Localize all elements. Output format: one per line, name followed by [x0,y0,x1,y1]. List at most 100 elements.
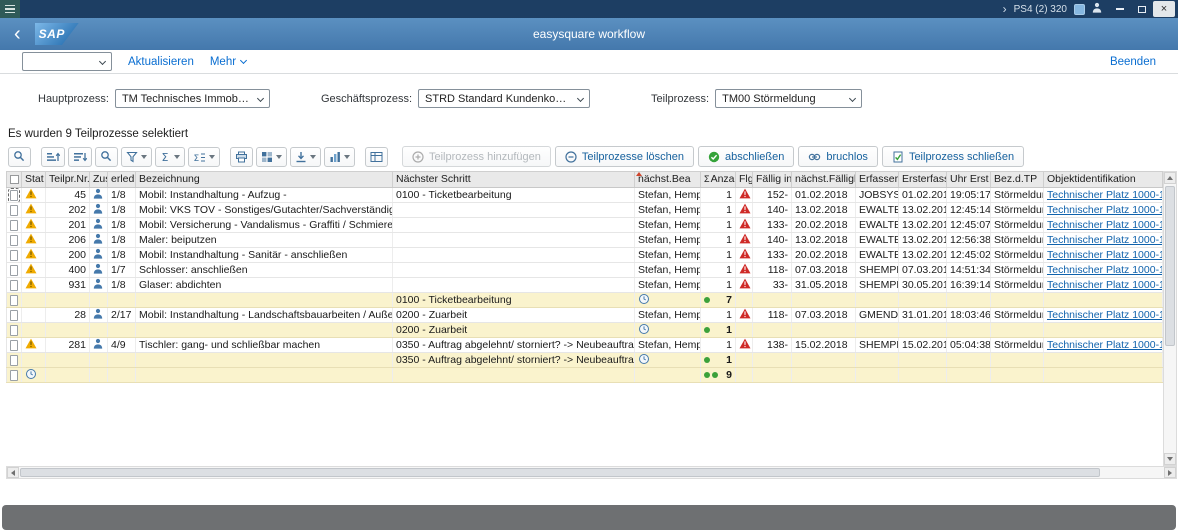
row-checkbox[interactable] [10,220,18,231]
layout-settings-button[interactable] [365,147,388,167]
scroll-up-button[interactable] [1164,172,1176,184]
table-row[interactable]: 0200 - Zuarbeit1 [6,323,1163,338]
column-header-beztp[interactable]: Bez.d.TP [991,172,1044,187]
row-checkbox[interactable] [10,280,18,291]
details-button[interactable] [8,147,31,167]
table-row[interactable]: 4001/7Schlosser: anschließenStefan, Hemp… [6,263,1163,278]
horizontal-scrollbar[interactable] [6,466,1177,479]
refresh-link[interactable]: Aktualisieren [128,56,194,68]
select-all-header[interactable] [6,172,22,187]
horizontal-scroll-thumb[interactable] [20,468,1100,477]
table-row[interactable]: 2061/8Maler: beiputzenStefan, Hempel1140… [6,233,1163,248]
column-header-erledigt[interactable]: erledigt [108,172,136,187]
geschaeftsprozess-combo[interactable]: STRD Standard Kundenkontakt [418,89,590,108]
object-link[interactable]: Technischer Platz 1000-10001 [1047,204,1163,216]
object-link[interactable]: Technischer Platz 1000-10034 [1047,189,1163,201]
column-header-bea[interactable]: nächst.Bea [635,172,701,187]
find-button[interactable] [95,147,118,167]
column-header-faelligkeit[interactable]: nächst.Fälligk. [792,172,856,187]
scroll-left-button[interactable] [7,467,19,478]
table-row[interactable]: 0350 - Auftrag abgelehnt/ storniert? -> … [6,353,1163,368]
row-checkbox[interactable] [10,325,18,336]
table-row[interactable]: 282/17Mobil: Instandhaltung - Landschaft… [6,308,1163,323]
sort-descending-button[interactable] [68,147,92,167]
column-header-nr[interactable]: Teilpr.Nr. [46,172,90,187]
column-header-stat[interactable]: Stat [22,172,46,187]
teilprozess-hinzufuegen-button[interactable]: Teilprozess hinzufügen [402,146,551,167]
quick-select-combo[interactable] [22,52,112,71]
column-header-ersterfassung[interactable]: Ersterfassung [899,172,947,187]
chevron-right-icon[interactable]: › [1003,3,1007,15]
column-header-erfasser[interactable]: Erfasser [856,172,899,187]
more-menu[interactable]: Mehr [210,56,246,68]
filter-button[interactable] [121,147,152,167]
column-header-bezeichnung[interactable]: Bezeichnung [136,172,393,187]
end-link[interactable]: Beenden [1110,56,1156,68]
column-header-faellig[interactable]: Fällig in [753,172,792,187]
table-row[interactable]: 2011/8Mobil: Versicherung - Vandalismus … [6,218,1163,233]
clock-icon [25,368,37,382]
row-checkbox[interactable] [10,340,18,351]
column-header-flg[interactable]: Flg [736,172,753,187]
vertical-scroll-thumb[interactable] [1165,186,1175,346]
column-header-uhr[interactable]: Uhr Erst [947,172,991,187]
back-button[interactable]: ‹ [14,24,21,44]
subtotals-button[interactable]: Σ [188,147,220,167]
row-checkbox[interactable] [10,235,18,246]
object-link[interactable]: Technischer Platz 1000-10001 [1047,309,1163,321]
row-checkbox[interactable] [10,295,18,306]
row-checkbox[interactable] [10,205,18,216]
sum-button[interactable]: Σ [155,147,185,167]
row-checkbox[interactable] [10,250,18,261]
user-icon[interactable] [1092,0,1102,18]
column-header-zust[interactable]: Zust. [90,172,108,187]
table-row[interactable]: 2021/8Mobil: VKS TOV - Sonstiges/Gutacht… [6,203,1163,218]
chevron-down-icon [99,58,106,65]
row-checkbox[interactable] [10,190,18,201]
object-link[interactable]: Technischer Platz 1000-10003 [1047,339,1163,351]
table-row[interactable]: 0100 - Ticketbearbeitung7 [6,293,1163,308]
object-link[interactable]: Technischer Platz 1000-10024 [1047,219,1163,231]
gui-app-icon[interactable] [1074,4,1085,15]
button-label: Teilprozess hinzufügen [429,151,541,163]
teilprozesse-loeschen-button[interactable]: Teilprozesse löschen [555,146,694,167]
row-checkbox[interactable] [10,370,18,381]
print-button[interactable] [230,147,253,167]
scroll-right-button[interactable] [1164,467,1176,478]
minimize-button[interactable] [1109,1,1131,17]
row-checkbox[interactable] [10,310,18,321]
maximize-button[interactable] [1131,1,1153,17]
close-button[interactable]: × [1153,1,1175,17]
column-header-schritt[interactable]: Nächster Schritt [393,172,635,187]
teilprozess-combo[interactable]: TM00 Störmeldung [715,89,862,108]
row-checkbox[interactable] [10,265,18,276]
export-button[interactable] [290,147,321,167]
teilprozess-schliessen-button[interactable]: Teilprozess schließen [882,146,1024,167]
select-all-box[interactable] [10,175,19,184]
doc-check-icon [892,151,904,163]
object-link[interactable]: Technischer Platz 1000-10003 [1047,279,1163,291]
object-link[interactable]: Technischer Platz 1000-10024 [1047,249,1163,261]
column-header-objekt[interactable]: Objektidentifikation [1044,172,1163,187]
table-row[interactable]: 9 [6,368,1163,383]
chart-icon [329,151,341,163]
sort-ascending-button[interactable] [41,147,65,167]
table-row[interactable]: 9311/8Glaser: abdichtenStefan, Hempel133… [6,278,1163,293]
scroll-down-button[interactable] [1164,453,1176,465]
table-row[interactable]: 451/8Mobil: Instandhaltung - Aufzug -010… [6,188,1163,203]
anzahl-value: 1 [726,219,732,231]
object-link[interactable]: Technischer Platz 1000-10081 [1047,234,1163,246]
views-button[interactable] [256,147,287,167]
column-header-anzahl[interactable]: ΣAnzahl [701,172,736,187]
vertical-scrollbar[interactable] [1163,171,1177,466]
hamburger-menu-icon[interactable] [0,0,20,18]
button-label: bruchlos [826,151,868,163]
abschliessen-button[interactable]: abschließen [698,146,794,167]
bruchlos-button[interactable]: bruchlos [798,146,878,167]
chart-button[interactable] [324,147,355,167]
hauptprozess-combo[interactable]: TM Technisches Immobilienmanageme.. [115,89,270,108]
table-row[interactable]: 2001/8Mobil: Instandhaltung - Sanitär - … [6,248,1163,263]
row-checkbox[interactable] [10,355,18,366]
table-row[interactable]: 2814/9Tischler: gang- und schließbar mac… [6,338,1163,353]
object-link[interactable]: Technischer Platz 1000-10081 [1047,264,1163,276]
